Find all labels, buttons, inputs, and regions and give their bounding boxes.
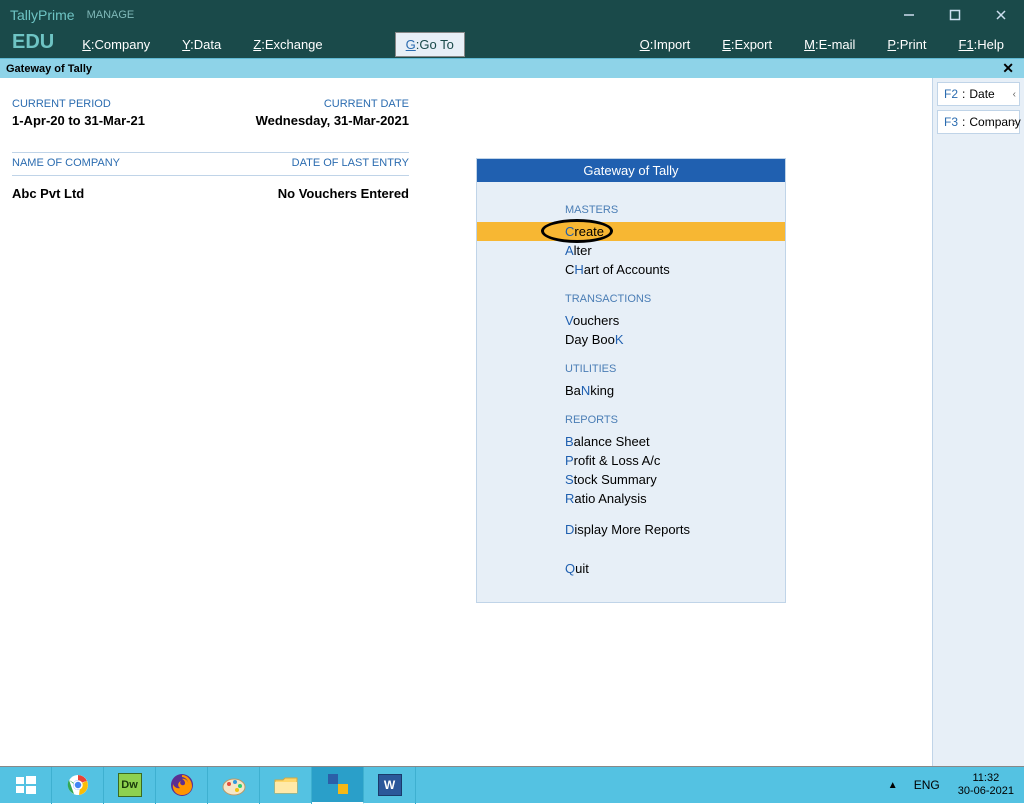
last-entry-value: No Vouchers Entered <box>278 186 409 201</box>
company-name-label: NAME OF COMPANY <box>12 157 120 169</box>
mid-pane: Gateway of Tally MASTERS Create Alter CH… <box>421 78 932 766</box>
section-transactions: TRANSACTIONS <box>477 279 785 311</box>
right-button-company[interactable]: F3:Company ‹ <box>937 110 1020 134</box>
tray-arrow-icon[interactable]: ▲ <box>880 780 906 791</box>
menu-banking[interactable]: BaNking <box>477 381 785 400</box>
tray-clock[interactable]: 11:32 30-06-2021 <box>948 772 1024 798</box>
firefox-icon <box>170 773 194 797</box>
workarea: CURRENT PERIOD 1-Apr-20 to 31-Mar-21 CUR… <box>0 78 1024 766</box>
menu-quit[interactable]: Quit <box>477 559 785 578</box>
menu-balance-sheet[interactable]: Balance Sheet <box>477 432 785 451</box>
chevron-left-icon: ‹ <box>1013 117 1016 128</box>
right-button-date[interactable]: F2:Date ‹ <box>937 82 1020 106</box>
menu-print[interactable]: P:Print <box>877 33 936 56</box>
gateway-menu: Gateway of Tally MASTERS Create Alter CH… <box>476 158 786 603</box>
word-icon: W <box>378 774 402 796</box>
menu-display-more-reports[interactable]: Display More Reports <box>477 520 785 539</box>
menu-goto[interactable]: G:Go To <box>395 32 465 57</box>
menu-help[interactable]: F1:Help <box>948 33 1014 56</box>
taskbar: Dw W ▲ ENG 11:32 30-06-2021 <box>0 766 1024 803</box>
left-pane: CURRENT PERIOD 1-Apr-20 to 31-Mar-21 CUR… <box>0 78 421 766</box>
subheader-close-icon[interactable]: ✕ <box>1002 60 1018 77</box>
menu-company[interactable]: K:Company <box>72 33 160 56</box>
taskbar-chrome[interactable] <box>52 767 104 804</box>
menu-import[interactable]: O:Import <box>630 33 701 56</box>
menu-profit-loss[interactable]: Profit & Loss A/c <box>477 451 785 470</box>
taskbar-tally[interactable] <box>312 767 364 804</box>
last-entry-label: DATE OF LAST ENTRY <box>292 157 409 169</box>
menu-chart-of-accounts[interactable]: CHart of Accounts <box>477 260 785 279</box>
app-name: TallyPrime <box>0 7 85 23</box>
chrome-icon <box>66 773 90 797</box>
taskbar-dreamweaver[interactable]: Dw <box>104 767 156 804</box>
maximize-button[interactable] <box>932 0 978 30</box>
highlight-circle-icon <box>541 219 613 243</box>
manage-label[interactable]: MANAGE <box>85 9 135 21</box>
menu-export[interactable]: E:Export <box>712 33 782 56</box>
subheader: Gateway of Tally ✕ <box>0 58 1024 78</box>
current-period-label: CURRENT PERIOD <box>12 98 145 110</box>
tally-icon <box>326 772 350 796</box>
menu-data[interactable]: Y:Data <box>172 33 231 56</box>
close-button[interactable] <box>978 0 1024 30</box>
section-reports: REPORTS <box>477 400 785 432</box>
edu-label: EDU <box>4 31 66 58</box>
start-button[interactable] <box>0 767 52 804</box>
subheader-title: Gateway of Tally <box>6 63 92 75</box>
minimize-button[interactable] <box>886 0 932 30</box>
current-period-value: 1-Apr-20 to 31-Mar-21 <box>12 113 145 128</box>
chevron-left-icon: ‹ <box>1013 89 1016 100</box>
menu-email[interactable]: M:E-mail <box>794 33 865 56</box>
taskbar-word[interactable]: W <box>364 767 416 804</box>
right-pane: F2:Date ‹ F3:Company ‹ <box>932 78 1024 766</box>
menu-daybook[interactable]: Day BooK <box>477 330 785 349</box>
paint-icon <box>221 774 247 796</box>
menu-vouchers[interactable]: Vouchers <box>477 311 785 330</box>
menu-exchange[interactable]: Z:Exchange <box>243 33 332 56</box>
menu-alter[interactable]: Alter <box>477 241 785 260</box>
company-name-value: Abc Pvt Ltd <box>12 186 84 201</box>
windows-icon <box>16 775 36 795</box>
menu-ratio-analysis[interactable]: Ratio Analysis <box>477 489 785 508</box>
current-date-label: CURRENT DATE <box>256 98 409 110</box>
gateway-title: Gateway of Tally <box>477 159 785 182</box>
taskbar-explorer[interactable] <box>260 767 312 804</box>
folder-icon <box>273 774 299 796</box>
menu-stock-summary[interactable]: Stock Summary <box>477 470 785 489</box>
taskbar-paint[interactable] <box>208 767 260 804</box>
menu-create[interactable]: Create <box>477 222 785 241</box>
section-utilities: UTILITIES <box>477 349 785 381</box>
menubar: EDU K:Company Y:Data Z:Exchange G:Go To … <box>0 30 1024 58</box>
taskbar-firefox[interactable] <box>156 767 208 804</box>
section-masters: MASTERS <box>477 190 785 222</box>
tray-language[interactable]: ENG <box>906 778 948 792</box>
dreamweaver-icon: Dw <box>118 773 142 797</box>
titlebar: TallyPrime MANAGE <box>0 0 1024 30</box>
current-date-value: Wednesday, 31-Mar-2021 <box>256 113 409 128</box>
